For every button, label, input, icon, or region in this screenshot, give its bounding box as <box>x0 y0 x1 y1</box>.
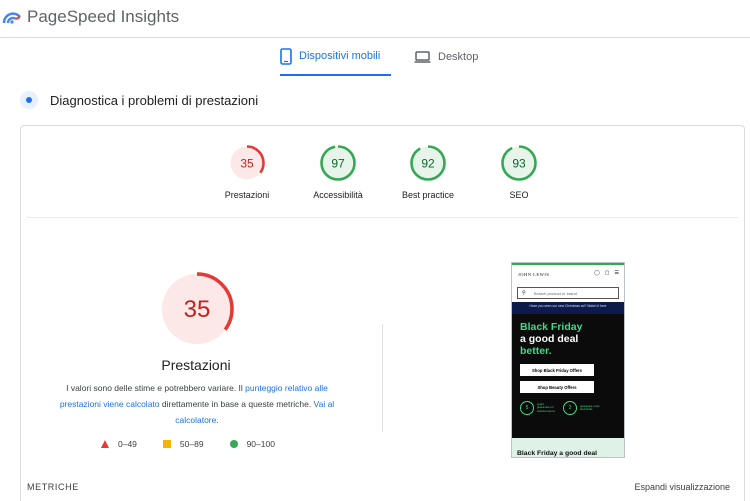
preview-button-black-friday: Shop Black Friday Offers <box>520 364 594 376</box>
tab-desktop[interactable]: Desktop <box>414 38 494 76</box>
basket-icon: ▢ <box>604 270 610 276</box>
gauge-seo[interactable]: 93 SEO <box>479 144 559 200</box>
preview-search-placeholder: Search product or brand <box>533 290 577 296</box>
tab-desktop-label: Desktop <box>438 51 479 63</box>
device-tabs: Dispositivi mobili Desktop <box>0 38 750 76</box>
score-label: Prestazioni <box>224 190 270 200</box>
page-screenshot-preview: JOHN LEWIS ◯ ▢ ☰ ⚲ Search product or bra… <box>511 262 625 458</box>
smartphone-icon <box>280 47 292 65</box>
preview-store-name: JOHN LEWIS <box>518 272 550 277</box>
score-ring-1: 97 <box>320 145 356 181</box>
tab-mobile[interactable]: Dispositivi mobili <box>280 38 391 76</box>
preview-headline-3: better. <box>520 345 552 357</box>
score-label: Best practice <box>401 190 455 200</box>
laptop-icon <box>414 51 431 63</box>
score-value: 92 <box>421 157 435 171</box>
brand-title[interactable]: PageSpeed Insights <box>27 7 179 27</box>
preview-hero: Black Friday a good deal better. Shop Bl… <box>512 314 624 438</box>
account-icon: ◯ <box>594 270 600 276</box>
score-label: SEO <box>509 190 529 200</box>
preview-badge-1-text: years guarantee on selected items <box>537 401 555 413</box>
vertical-divider <box>382 324 383 432</box>
score-value: 97 <box>331 157 345 171</box>
report-card: 35 Prestazioni 97 Accessibilità 92 Best pra… <box>20 125 745 501</box>
preview-badge-2-number: 2 <box>563 401 577 415</box>
preview-bottom-banner: Black Friday a good deal <box>512 438 624 457</box>
score-ring-0: 35 <box>229 145 265 181</box>
search-icon: ⚲ <box>522 290 526 296</box>
score-value: 93 <box>512 157 526 171</box>
disclaimer-text-2: direttamente in base a queste metriche. <box>159 399 314 409</box>
top-bar: PageSpeed Insights <box>0 0 750 38</box>
performance-big-score: 35 <box>184 296 211 323</box>
score-ring-3: 93 <box>501 145 537 181</box>
disclaimer-text-1: I valori sono delle stime e potrebbero v… <box>66 383 246 393</box>
score-ring-2: 92 <box>410 145 446 181</box>
performance-title: Prestazioni <box>161 357 231 373</box>
diagnostics-icon <box>20 91 38 109</box>
performance-big-gauge: 35 <box>160 272 234 346</box>
legend-average: 50–89 <box>162 439 204 449</box>
preview-search-bar: ⚲ Search product or brand <box>517 287 619 299</box>
pagespeed-logo-icon[interactable] <box>2 8 22 24</box>
legend-average-range: 50–89 <box>179 439 204 449</box>
triangle-icon <box>101 440 109 448</box>
gauge-performance[interactable]: 35 Prestazioni <box>207 144 287 200</box>
metrics-heading: METRICHE <box>27 482 79 492</box>
pagespeed-page: PageSpeed Insights Dispositivi mobili De… <box>0 0 750 501</box>
tab-mobile-label: Dispositivi mobili <box>299 50 381 62</box>
preview-store-header: JOHN LEWIS ◯ ▢ ☰ <box>512 265 624 285</box>
score-value: 35 <box>240 157 254 171</box>
score-disclaimer: I valori sono delle stime e potrebbero v… <box>49 380 345 428</box>
square-icon <box>162 440 171 448</box>
preview-headline-2: a good deal <box>520 333 579 345</box>
disclaimer-text-3: . <box>216 415 219 425</box>
preview-promo-strip: Have you seen our new Christmas ad? Watc… <box>512 302 624 314</box>
preview-headline-1: Black Friday <box>520 321 583 333</box>
preview-badge-1-number: 5 <box>520 401 534 415</box>
preview-badge-2: 2 guarantee most electricals <box>563 401 600 415</box>
legend-fail: 0–49 <box>101 439 137 449</box>
score-label: Accessibilità <box>313 190 363 200</box>
score-legend: 0–49 50–89 90–100 <box>101 439 301 449</box>
circle-icon <box>229 440 238 448</box>
legend-pass-range: 90–100 <box>246 439 275 449</box>
preview-badges: 5 years guarantee on selected items 2 gu… <box>520 401 624 415</box>
menu-icon: ☰ <box>614 270 619 276</box>
preview-badge-2-text: guarantee most electricals <box>580 403 600 411</box>
legend-pass: 90–100 <box>229 439 275 449</box>
gauge-accessibility[interactable]: 97 Accessibilità <box>298 144 378 200</box>
preview-button-beauty: Shop Beauty Offers <box>520 381 594 393</box>
section-heading: Diagnostica i problemi di prestazioni <box>20 91 258 109</box>
legend-fail-range: 0–49 <box>118 439 137 449</box>
score-gauges: 35 Prestazioni 97 Accessibilità 92 Best pra… <box>27 126 738 218</box>
preview-badge-1: 5 years guarantee on selected items <box>520 401 557 415</box>
expand-view-toggle[interactable]: Espandi visualizzazione <box>634 482 730 492</box>
preview-header-icons: ◯ ▢ ☰ <box>594 270 619 276</box>
gauge-best-practice[interactable]: 92 Best practice <box>388 144 468 200</box>
section-title: Diagnostica i problemi di prestazioni <box>50 92 259 108</box>
